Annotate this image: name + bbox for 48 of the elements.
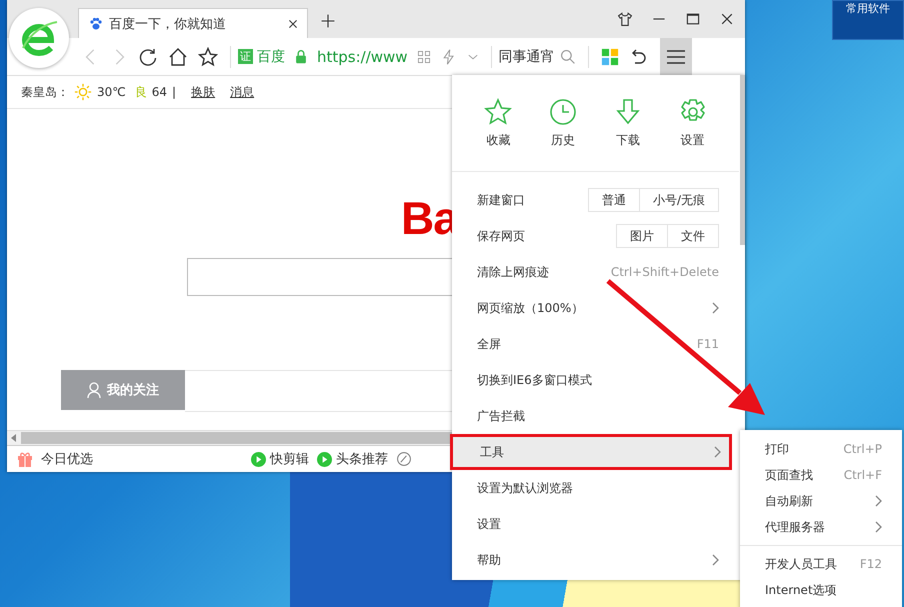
menu-option-button[interactable]: 小号/无痕 xyxy=(638,188,719,212)
status-item[interactable]: 头条推荐 xyxy=(317,450,388,468)
shortcut-text: Ctrl+Shift+Delete xyxy=(610,265,719,279)
menu-item[interactable]: 工具 xyxy=(453,437,729,467)
aqi-text: 64 xyxy=(152,85,168,99)
menu-item[interactable]: 切换到IE6多窗口模式 xyxy=(452,362,739,398)
shortcut-text: Ctrl+F xyxy=(844,468,882,482)
menu-item[interactable]: 设置为默认浏览器 xyxy=(452,470,739,506)
info-link[interactable]: 消息 xyxy=(230,84,254,100)
shortcut-label: 常用软件 xyxy=(846,1,890,16)
shortcut-text: Ctrl+P xyxy=(843,442,882,456)
address-field[interactable]: https://www xyxy=(317,48,408,66)
menu-option-button[interactable]: 文件 xyxy=(667,224,719,248)
menu-shortcut-button[interactable]: 收藏 xyxy=(480,94,516,152)
menu-item[interactable]: 帮助 xyxy=(452,542,739,578)
menu-shortcut-button[interactable]: 历史 xyxy=(545,94,582,152)
city-label: 秦皇岛： xyxy=(21,84,69,100)
menu-item[interactable]: 新建窗口 普通 小号/无痕 xyxy=(452,182,739,218)
menu-item[interactable]: 设置 xyxy=(452,506,739,542)
search-field[interactable]: 同事通宵 xyxy=(498,48,555,66)
menu-item[interactable]: 全屏 F11 xyxy=(452,326,739,362)
menu-item[interactable]: 代理服务器 xyxy=(740,514,902,540)
tab-label: 我的关注 xyxy=(107,382,159,399)
menu-item[interactable]: Internet选项 xyxy=(740,577,902,603)
menu-item[interactable]: 广告拦截 xyxy=(452,398,739,434)
menu-option-button[interactable]: 图片 xyxy=(616,224,668,248)
menu-item[interactable]: 保存网页 图片 文件 xyxy=(452,218,739,254)
menu-item[interactable]: 开发人员工具 F12 xyxy=(740,551,902,577)
menu-item[interactable]: 页面查找 Ctrl+F xyxy=(740,462,902,488)
temperature-text: 30℃ xyxy=(97,85,126,99)
verified-badge: 证 xyxy=(238,49,253,64)
menu-shortcut-button[interactable]: 下载 xyxy=(610,94,646,152)
status-item[interactable]: 快剪辑 xyxy=(251,450,309,468)
browser-tab[interactable]: 百度一下，你就知道 xyxy=(78,8,308,38)
air-quality-text: 良 xyxy=(134,84,147,100)
separator-text: | xyxy=(172,85,176,99)
menu-item[interactable]: 自动刷新 xyxy=(740,488,902,514)
shortcut-text: F12 xyxy=(860,557,882,571)
menu-option-button[interactable]: 普通 xyxy=(588,188,640,212)
menu-item[interactable]: 网页缩放（100%） xyxy=(452,290,739,326)
deals-link[interactable]: 今日优选 xyxy=(41,450,93,468)
menu-shortcut-button[interactable]: 设置 xyxy=(674,94,711,152)
site-name: 百度 xyxy=(257,48,285,66)
shortcut-text: F11 xyxy=(696,337,719,351)
desktop-shortcut[interactable]: 常用软件 xyxy=(832,0,904,40)
menu-item[interactable]: 打印 Ctrl+P xyxy=(740,436,902,462)
menu-item[interactable]: 清除上网痕迹 Ctrl+Shift+Delete xyxy=(452,254,739,290)
info-link[interactable]: 换肤 xyxy=(191,84,216,100)
